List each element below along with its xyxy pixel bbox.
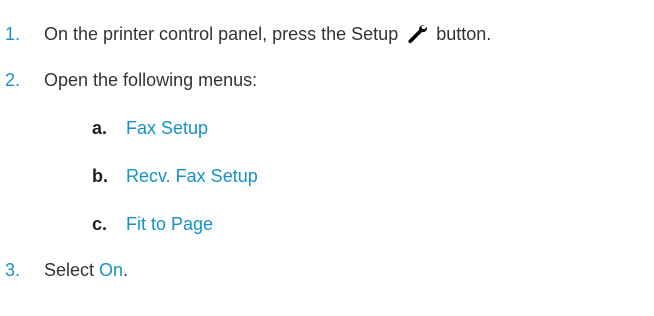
step-1-text-after: button. [436,24,492,44]
step-1-number: 1. [5,24,21,44]
step-3-text-after: . [123,260,129,280]
step-1-text-before: On the printer control panel, press the … [44,24,399,44]
step-2-number: 2. [5,70,21,90]
submenu-label-recv-fax-setup[interactable]: Recv. Fax Setup [126,167,258,185]
step-2-text: Open the following menus: [44,70,258,90]
step-3-number: 3. [5,260,21,280]
submenu-label-fax-setup[interactable]: Fax Setup [126,119,208,137]
submenu-letter-b: b. [92,166,108,186]
option-on[interactable]: On [99,260,123,280]
step-3-text: Select On. [44,261,128,279]
step-3-text-before: Select [44,260,95,280]
submenu-label-fit-to-page[interactable]: Fit to Page [126,215,213,233]
submenu-letter-c: c. [92,214,108,234]
wrench-icon [408,25,428,44]
step-1-text: On the printer control panel, press the … [44,24,491,44]
submenu-letter-a: a. [92,118,108,138]
